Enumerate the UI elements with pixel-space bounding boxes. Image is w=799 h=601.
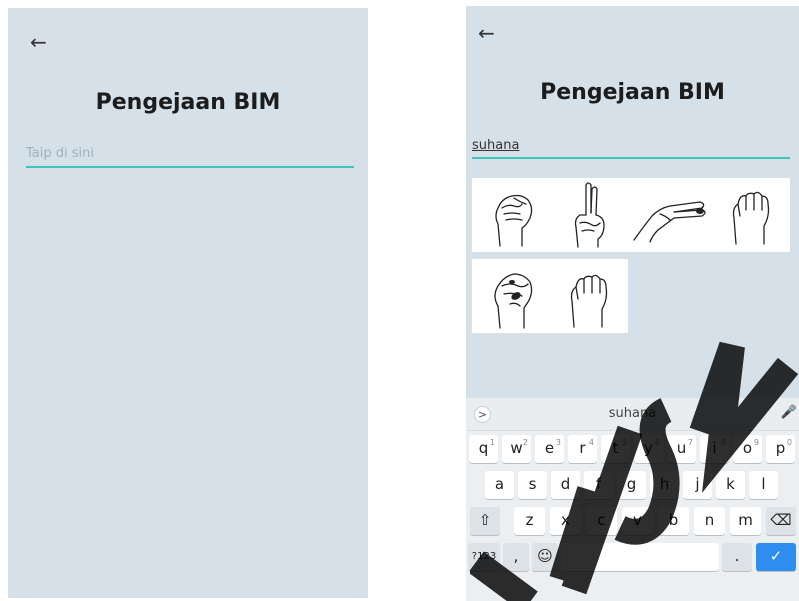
page-title: Pengejaan BIM (540, 80, 725, 105)
text-input[interactable]: Taip di sini (26, 146, 354, 168)
hand-sign-u-icon (574, 182, 605, 248)
back-arrow-icon[interactable]: ← (478, 23, 495, 43)
back-arrow-icon[interactable]: ← (30, 32, 47, 52)
text-input[interactable]: suhana (472, 138, 790, 159)
hand-sign-s-icon (495, 194, 533, 247)
watermark (470, 341, 799, 601)
page-title: Pengejaan BIM (95, 90, 281, 115)
hand-sign-a-icon (732, 191, 770, 245)
input-value: suhana (472, 138, 520, 153)
sign-image-row-1 (472, 178, 790, 252)
input-placeholder: Taip di sini (26, 146, 94, 161)
left-screen: ← Pengejaan BIM Taip di sini (8, 8, 368, 598)
hand-sign-h-icon (633, 201, 706, 243)
